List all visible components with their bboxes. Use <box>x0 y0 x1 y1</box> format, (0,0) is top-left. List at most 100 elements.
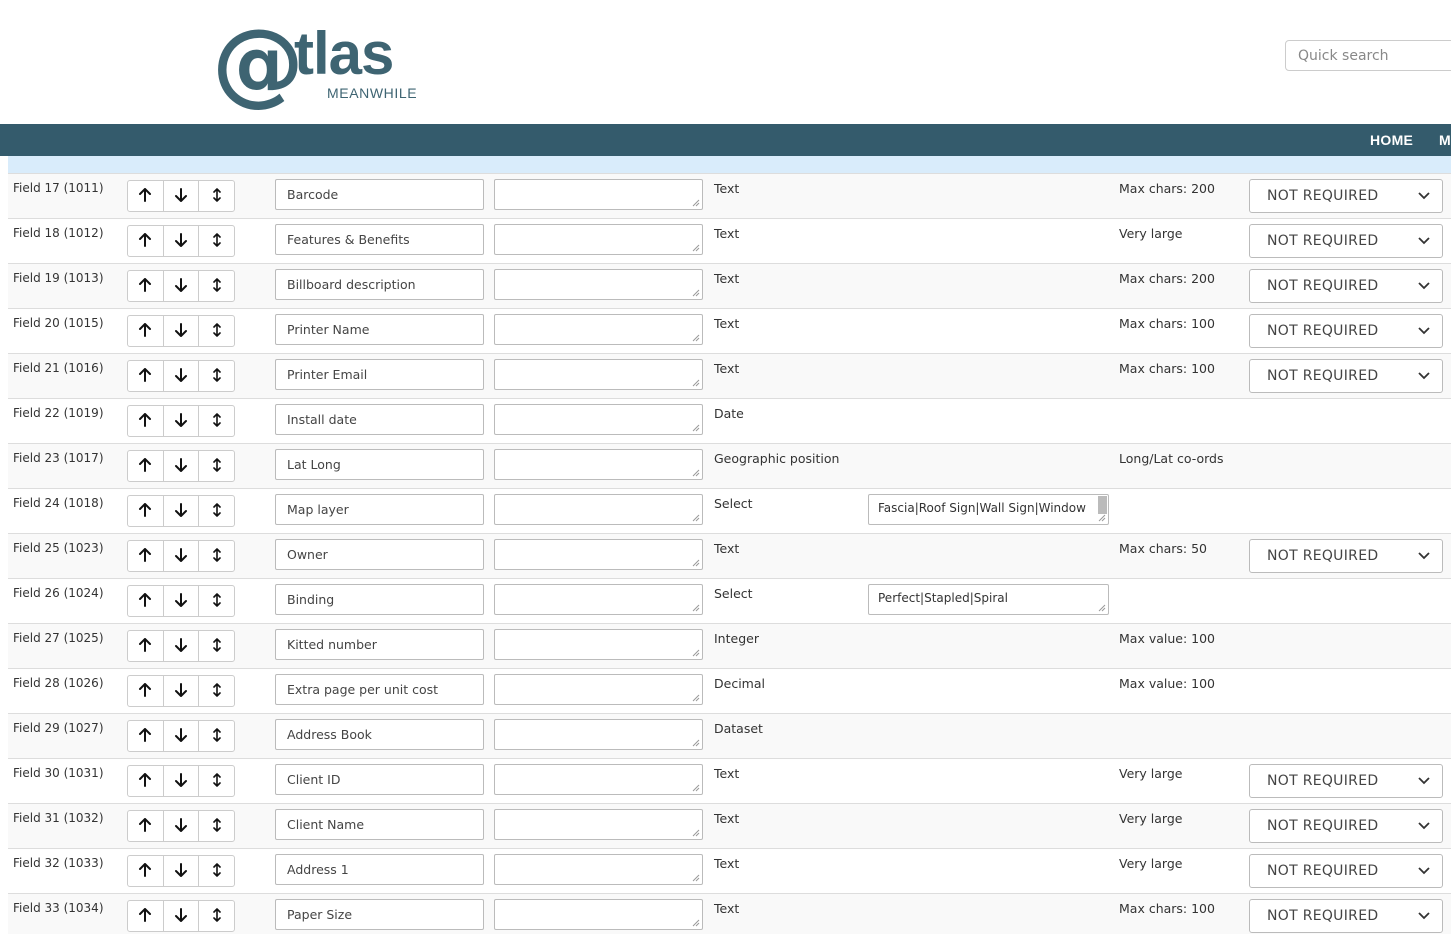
move-up-button[interactable] <box>128 721 164 751</box>
move-down-button[interactable] <box>164 406 200 436</box>
move-up-button[interactable] <box>128 451 164 481</box>
move-up-button[interactable] <box>128 766 164 796</box>
requirement-select[interactable]: NOT REQUIRED <box>1249 314 1443 348</box>
field-description-input[interactable] <box>494 539 703 570</box>
move-up-button[interactable] <box>128 226 164 256</box>
nav-home[interactable]: HOME <box>1370 124 1413 156</box>
move-down-button[interactable] <box>164 766 200 796</box>
requirement-select[interactable]: NOT REQUIRED <box>1249 809 1443 843</box>
quick-search-input[interactable] <box>1285 40 1451 71</box>
move-down-button[interactable] <box>164 361 200 391</box>
field-name-input[interactable] <box>275 494 484 525</box>
field-name-input[interactable] <box>275 899 484 930</box>
field-description-input[interactable] <box>494 584 703 615</box>
move-down-button[interactable] <box>164 496 200 526</box>
drag-handle[interactable] <box>199 316 234 346</box>
move-down-button[interactable] <box>164 181 200 211</box>
drag-handle[interactable] <box>199 631 234 661</box>
field-name-input[interactable] <box>275 269 484 300</box>
atlas-logo[interactable]: @ tlas MEANWHILE <box>212 12 422 112</box>
drag-handle[interactable] <box>199 361 234 391</box>
field-description-input[interactable] <box>494 899 703 930</box>
drag-handle[interactable] <box>199 181 234 211</box>
drag-handle[interactable] <box>199 406 234 436</box>
select-options-input[interactable]: Fascia|Roof Sign|Wall Sign|Window <box>868 494 1109 525</box>
move-up-button[interactable] <box>128 181 164 211</box>
drag-handle[interactable] <box>199 451 234 481</box>
drag-handle[interactable] <box>199 541 234 571</box>
move-up-button[interactable] <box>128 541 164 571</box>
requirement-select[interactable]: NOT REQUIRED <box>1249 764 1443 798</box>
drag-handle[interactable] <box>199 766 234 796</box>
field-name-input[interactable] <box>275 314 484 345</box>
move-down-button[interactable] <box>164 676 200 706</box>
field-name-input[interactable] <box>275 674 484 705</box>
field-name-input[interactable] <box>275 719 484 750</box>
drag-handle[interactable] <box>199 811 234 841</box>
move-up-button[interactable] <box>128 811 164 841</box>
field-name-input[interactable] <box>275 629 484 660</box>
select-options-input[interactable]: Perfect|Stapled|Spiral <box>868 584 1109 615</box>
requirement-select[interactable]: NOT REQUIRED <box>1249 179 1443 213</box>
move-up-button[interactable] <box>128 496 164 526</box>
field-description-input[interactable] <box>494 359 703 390</box>
move-down-button[interactable] <box>164 316 200 346</box>
move-up-button[interactable] <box>128 361 164 391</box>
move-down-button[interactable] <box>164 451 200 481</box>
field-description-input[interactable] <box>494 404 703 435</box>
requirement-select[interactable]: NOT REQUIRED <box>1249 359 1443 393</box>
move-up-button[interactable] <box>128 586 164 616</box>
drag-handle[interactable] <box>199 901 234 931</box>
drag-handle[interactable] <box>199 226 234 256</box>
field-description-input[interactable] <box>494 269 703 300</box>
field-description-input[interactable] <box>494 674 703 705</box>
field-description-input[interactable] <box>494 179 703 210</box>
move-up-button[interactable] <box>128 316 164 346</box>
move-up-button[interactable] <box>128 856 164 886</box>
field-name-input[interactable] <box>275 539 484 570</box>
field-description-input[interactable] <box>494 494 703 525</box>
drag-handle[interactable] <box>199 271 234 301</box>
move-down-button[interactable] <box>164 856 200 886</box>
drag-handle[interactable] <box>199 586 234 616</box>
requirement-select[interactable]: NOT REQUIRED <box>1249 899 1443 933</box>
move-down-button[interactable] <box>164 811 200 841</box>
field-description-input[interactable] <box>494 854 703 885</box>
field-name-input[interactable] <box>275 359 484 390</box>
requirement-select[interactable]: NOT REQUIRED <box>1249 539 1443 573</box>
move-down-button[interactable] <box>164 901 200 931</box>
field-description-input[interactable] <box>494 764 703 795</box>
field-name-input[interactable] <box>275 584 484 615</box>
move-down-button[interactable] <box>164 586 200 616</box>
field-name-input[interactable] <box>275 809 484 840</box>
drag-handle[interactable] <box>199 721 234 751</box>
move-up-button[interactable] <box>128 406 164 436</box>
requirement-select[interactable]: NOT REQUIRED <box>1249 854 1443 888</box>
field-description-input[interactable] <box>494 809 703 840</box>
requirement-select[interactable]: NOT REQUIRED <box>1249 224 1443 258</box>
move-down-button[interactable] <box>164 271 200 301</box>
move-up-button[interactable] <box>128 901 164 931</box>
field-description-input[interactable] <box>494 314 703 345</box>
field-description-input[interactable] <box>494 629 703 660</box>
field-name-input[interactable] <box>275 449 484 480</box>
drag-handle[interactable] <box>199 856 234 886</box>
field-name-input[interactable] <box>275 404 484 435</box>
drag-handle[interactable] <box>199 676 234 706</box>
move-down-button[interactable] <box>164 226 200 256</box>
drag-handle[interactable] <box>199 496 234 526</box>
scrollbar-thumb[interactable] <box>1098 496 1107 514</box>
field-description-input[interactable] <box>494 449 703 480</box>
move-up-button[interactable] <box>128 271 164 301</box>
field-name-input[interactable] <box>275 854 484 885</box>
field-name-input[interactable] <box>275 179 484 210</box>
requirement-select[interactable]: NOT REQUIRED <box>1249 269 1443 303</box>
field-description-input[interactable] <box>494 224 703 255</box>
move-down-button[interactable] <box>164 541 200 571</box>
move-down-button[interactable] <box>164 631 200 661</box>
move-up-button[interactable] <box>128 676 164 706</box>
field-name-input[interactable] <box>275 764 484 795</box>
move-up-button[interactable] <box>128 631 164 661</box>
field-description-input[interactable] <box>494 719 703 750</box>
nav-item-truncated[interactable]: M <box>1439 124 1451 156</box>
